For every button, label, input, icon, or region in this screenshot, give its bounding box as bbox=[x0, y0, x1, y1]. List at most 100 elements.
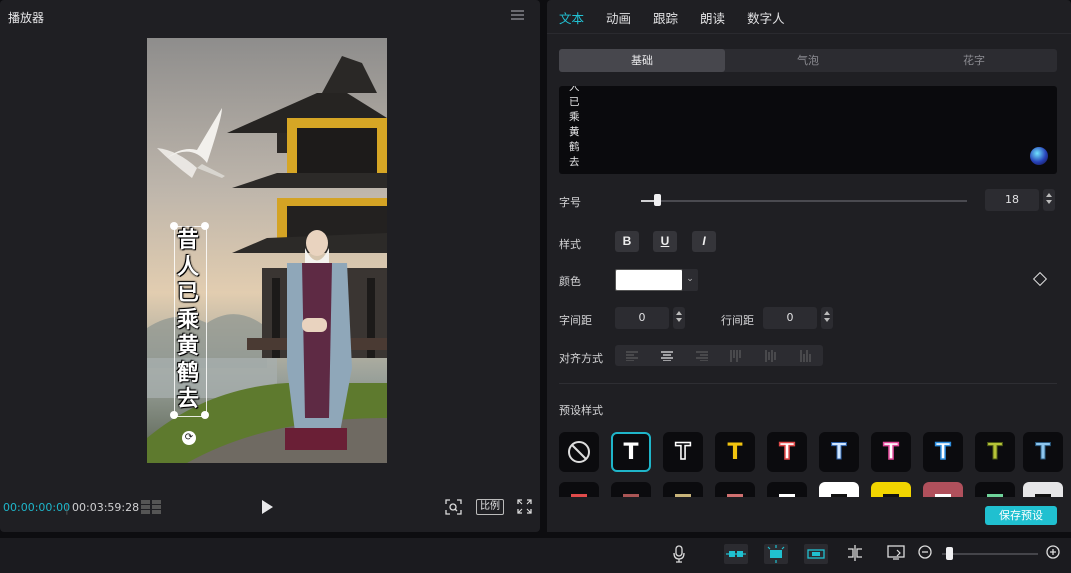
inspector-panel: 文本 动画 跟踪 朗读 数字人 基础 气泡 花字 人已乘黄鹤去 字号 18 样式… bbox=[547, 0, 1071, 532]
line-spacing-stepper[interactable] bbox=[821, 307, 833, 329]
preset-style-2[interactable]: T bbox=[663, 432, 703, 472]
section-divider bbox=[559, 383, 1057, 384]
preset-style-13[interactable] bbox=[715, 482, 755, 497]
fit-view-icon[interactable] bbox=[445, 499, 462, 515]
snap-icon[interactable] bbox=[764, 544, 788, 564]
preset-style-4[interactable]: T bbox=[767, 432, 807, 472]
preset-style-7[interactable]: T bbox=[923, 432, 963, 472]
no-style-icon bbox=[568, 441, 590, 463]
align-right-icon[interactable] bbox=[684, 345, 719, 366]
resize-handle-top-left[interactable] bbox=[170, 222, 178, 230]
font-size-slider-handle[interactable] bbox=[654, 194, 662, 206]
preset-style-11[interactable] bbox=[611, 482, 651, 497]
preset-t-glyph: T bbox=[831, 439, 847, 465]
italic-button[interactable]: I bbox=[692, 231, 716, 252]
keyframe-diamond-icon[interactable] bbox=[1032, 271, 1048, 287]
tab-animation[interactable]: 动画 bbox=[606, 8, 631, 27]
letter-spacing-label: 字间距 bbox=[559, 314, 592, 327]
zoom-slider-handle[interactable] bbox=[945, 547, 953, 560]
player-panel: 播放器 昔人已乘黄鹤去 ⟳ 00:00:00:00 | 00:03:59:28 … bbox=[0, 0, 540, 532]
preset-none[interactable] bbox=[559, 432, 599, 472]
align-middle-icon[interactable] bbox=[754, 345, 789, 366]
align-top-icon[interactable] bbox=[719, 345, 754, 366]
microphone-icon[interactable] bbox=[673, 545, 685, 563]
resize-handle-top-right[interactable] bbox=[201, 222, 209, 230]
chevron-down-icon[interactable]: ⌄ bbox=[682, 269, 698, 291]
current-time: 00:00:00:00 bbox=[3, 501, 71, 514]
timeline-grid-icon[interactable] bbox=[140, 499, 162, 515]
link-icon[interactable] bbox=[804, 544, 828, 564]
preset-style-9[interactable]: T bbox=[1023, 432, 1063, 472]
preset-style-5[interactable]: T bbox=[819, 432, 859, 472]
preset-style-17[interactable] bbox=[923, 482, 963, 497]
color-swatch[interactable] bbox=[615, 269, 683, 291]
preset-style-15[interactable] bbox=[819, 482, 859, 497]
link-main-track-icon[interactable] bbox=[724, 544, 748, 564]
align-label: 对齐方式 bbox=[559, 352, 603, 365]
fullscreen-icon[interactable] bbox=[517, 499, 532, 514]
player-title: 播放器 bbox=[8, 11, 45, 25]
preset-style-8[interactable]: T bbox=[975, 432, 1015, 472]
letter-spacing-input[interactable]: 0 bbox=[615, 307, 669, 329]
font-size-input[interactable]: 18 bbox=[985, 189, 1039, 211]
text-input-value: 人已乘黄鹤去 bbox=[569, 86, 580, 168]
underline-button[interactable]: U bbox=[653, 231, 677, 252]
subtab-fancy-text[interactable]: 花字 bbox=[891, 49, 1057, 72]
resize-handle-bottom-left[interactable] bbox=[170, 411, 178, 419]
text-input[interactable]: 人已乘黄鹤去 bbox=[559, 86, 1057, 174]
preview-axis-icon[interactable] bbox=[887, 545, 905, 561]
alignment-group bbox=[615, 345, 823, 366]
split-icon[interactable] bbox=[846, 545, 864, 561]
line-spacing-label: 行间距 bbox=[721, 314, 754, 327]
preset-style-3[interactable]: T bbox=[715, 432, 755, 472]
bold-button[interactable]: B bbox=[615, 231, 639, 252]
align-center-icon[interactable] bbox=[650, 345, 685, 366]
save-preset-button[interactable]: 保存预设 bbox=[985, 506, 1057, 525]
zoom-slider[interactable] bbox=[942, 553, 1038, 555]
subtab-group: 基础 气泡 花字 bbox=[559, 49, 1057, 72]
ratio-button[interactable]: 比例 bbox=[476, 499, 504, 515]
preset-style-19[interactable] bbox=[1023, 482, 1063, 497]
resize-handle-bottom-right[interactable] bbox=[201, 411, 209, 419]
preset-style-label: 预设样式 bbox=[559, 404, 603, 417]
total-time: 00:03:59:28 bbox=[72, 501, 140, 514]
preset-t-glyph: T bbox=[727, 439, 743, 465]
preset-t-glyph: T bbox=[1035, 439, 1051, 465]
align-bottom-icon[interactable] bbox=[788, 345, 823, 366]
zoom-in-icon[interactable] bbox=[1046, 545, 1060, 559]
font-size-slider[interactable] bbox=[641, 200, 967, 202]
preset-style-12[interactable] bbox=[663, 482, 703, 497]
tab-tracking[interactable]: 跟踪 bbox=[653, 8, 678, 27]
play-icon[interactable] bbox=[262, 500, 273, 514]
preset-style-14[interactable] bbox=[767, 482, 807, 497]
font-size-label: 字号 bbox=[559, 196, 581, 209]
rotate-handle-icon[interactable]: ⟳ bbox=[182, 431, 196, 445]
line-spacing-input[interactable]: 0 bbox=[763, 307, 817, 329]
preset-t-glyph: T bbox=[883, 439, 900, 466]
preset-style-10[interactable] bbox=[559, 482, 599, 497]
font-size-stepper[interactable] bbox=[1043, 189, 1055, 211]
preset-row-2 bbox=[547, 482, 1071, 497]
tab-digital-human[interactable]: 数字人 bbox=[747, 8, 785, 27]
color-label: 颜色 bbox=[559, 275, 581, 288]
menu-icon[interactable] bbox=[511, 10, 524, 20]
preset-t-glyph: T bbox=[987, 439, 1003, 465]
zoom-out-icon[interactable] bbox=[918, 545, 932, 559]
subtab-bubble[interactable]: 气泡 bbox=[725, 49, 891, 72]
align-left-icon[interactable] bbox=[615, 345, 650, 366]
tab-text[interactable]: 文本 bbox=[559, 8, 584, 27]
video-preview[interactable]: 昔人已乘黄鹤去 ⟳ bbox=[147, 38, 387, 463]
tab-read-aloud[interactable]: 朗读 bbox=[700, 8, 725, 27]
tabs-divider bbox=[547, 33, 1071, 34]
preset-style-6[interactable]: T bbox=[871, 432, 911, 472]
preset-t-glyph: T bbox=[675, 439, 692, 466]
preset-style-18[interactable] bbox=[975, 482, 1015, 497]
ai-assistant-icon[interactable] bbox=[1030, 147, 1048, 165]
style-label: 样式 bbox=[559, 238, 581, 251]
letter-spacing-stepper[interactable] bbox=[673, 307, 685, 329]
bottom-toolbar bbox=[0, 538, 1071, 573]
subtab-basic[interactable]: 基础 bbox=[559, 49, 725, 72]
preset-style-16[interactable] bbox=[871, 482, 911, 497]
caption-overlay-text: 昔人已乘黄鹤去 bbox=[177, 228, 200, 412]
preset-style-1[interactable]: T bbox=[611, 432, 651, 472]
